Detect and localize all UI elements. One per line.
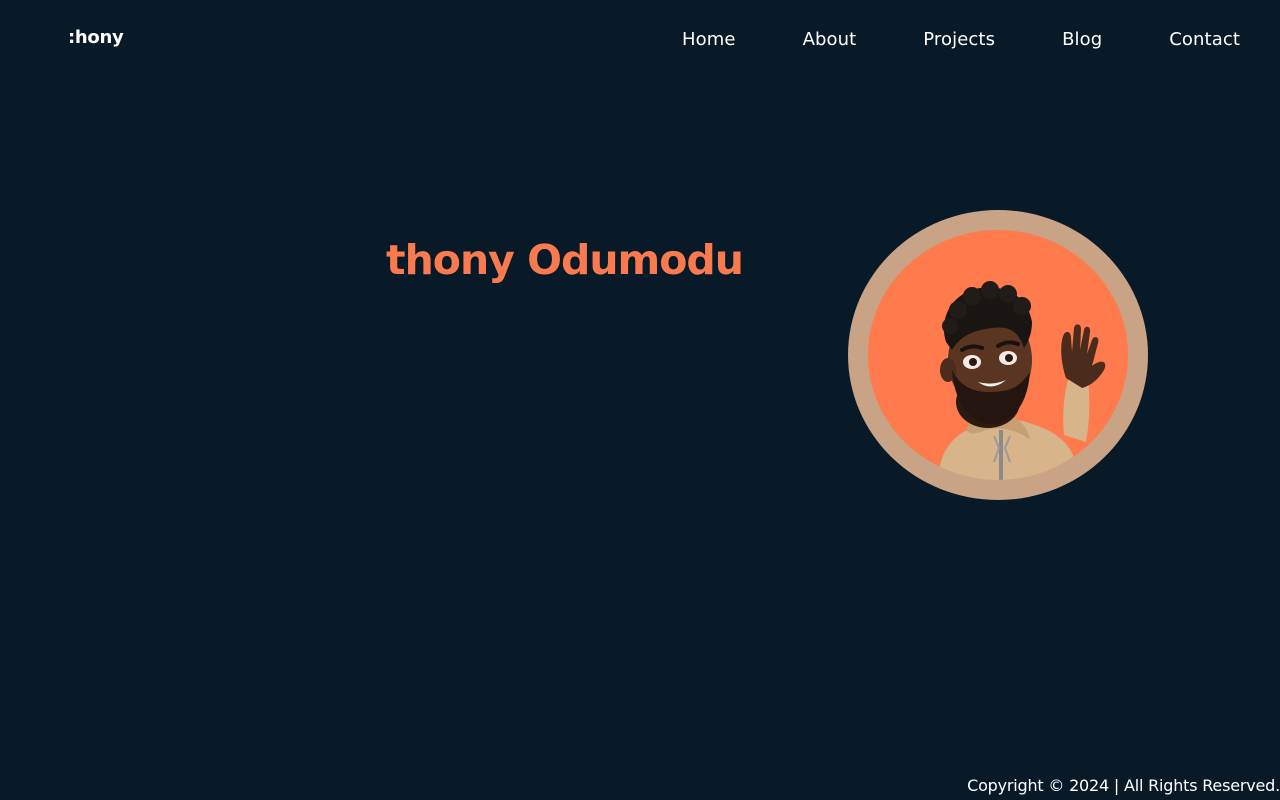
hero-title: thony Odumodu bbox=[386, 236, 744, 284]
page: :hony Home About Projects Blog Contact t… bbox=[0, 0, 1280, 800]
nav-item-blog[interactable]: Blog bbox=[1062, 29, 1102, 50]
nav-item-home[interactable]: Home bbox=[682, 29, 736, 50]
avatar bbox=[848, 210, 1148, 500]
site-logo[interactable]: :hony bbox=[68, 27, 124, 48]
memoji-waving-avatar-icon bbox=[938, 281, 1106, 480]
nav-item-about[interactable]: About bbox=[803, 29, 857, 50]
avatar-background bbox=[868, 230, 1128, 480]
main-nav: Home About Projects Blog Contact bbox=[682, 29, 1240, 50]
footer-copyright: Copyright © 2024 | All Rights Reserved. bbox=[967, 776, 1280, 795]
nav-item-contact[interactable]: Contact bbox=[1169, 29, 1240, 50]
nav-item-projects[interactable]: Projects bbox=[923, 29, 995, 50]
